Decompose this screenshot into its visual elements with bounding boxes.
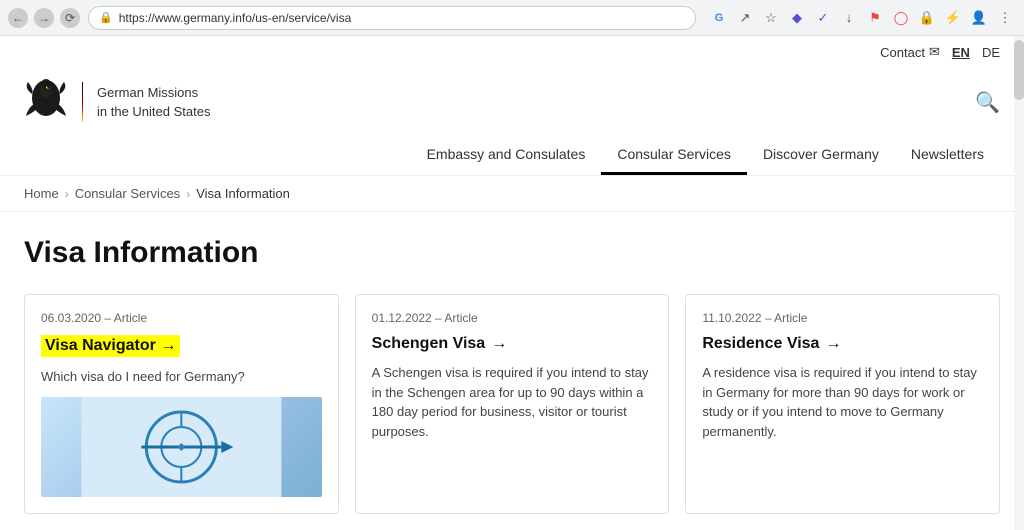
logo-text: German Missions in the United States <box>97 83 210 122</box>
contact-label: Contact <box>880 45 925 60</box>
card-schengen: 01.12.2022 – Article Schengen Visa → A S… <box>355 294 670 514</box>
site-header: German Missions in the United States 🔍 E… <box>0 68 1024 176</box>
breadcrumb-sep1: › <box>65 187 69 201</box>
header-top: German Missions in the United States 🔍 <box>24 76 1000 136</box>
menu-icon[interactable]: ⋮ <box>994 7 1016 29</box>
page-title: Visa Information <box>24 236 1000 270</box>
card-desc-0: Which visa do I need for Germany? <box>41 367 322 387</box>
nav-newsletters[interactable]: Newsletters <box>895 136 1000 175</box>
card-date-1: 01.12.2022 – Article <box>372 311 653 325</box>
breadcrumb-current: Visa Information <box>196 186 290 201</box>
address-bar[interactable]: 🔒 https://www.germany.info/us-en/service… <box>88 6 696 30</box>
card-title-1[interactable]: Schengen Visa → <box>372 335 653 353</box>
card-date-0: 06.03.2020 – Article <box>41 311 322 325</box>
card-title-highlight-0: Visa Navigator → <box>41 335 180 357</box>
main-nav: Embassy and Consulates Consular Services… <box>24 136 1000 175</box>
lang-de-button[interactable]: DE <box>982 45 1000 60</box>
card-arrow-1: → <box>491 335 507 353</box>
lock-icon: 🔒 <box>99 11 113 24</box>
nav-discover[interactable]: Discover Germany <box>747 136 895 175</box>
refresh-button[interactable]: ⟳ <box>60 8 80 28</box>
nav-consular[interactable]: Consular Services <box>601 136 747 175</box>
google-icon[interactable]: G <box>708 7 730 29</box>
eagle-logo <box>24 76 68 128</box>
card-desc-2: A residence visa is required if you inte… <box>702 363 983 441</box>
contact-link[interactable]: Contact ✉ <box>880 44 940 60</box>
card-arrow-0: → <box>160 337 176 354</box>
breadcrumb-sep2: › <box>186 187 190 201</box>
browser-controls: ← → ⟳ <box>8 8 80 28</box>
flag-bar <box>82 82 83 122</box>
website: Contact ✉ EN DE <box>0 36 1024 530</box>
url-text: https://www.germany.info/us-en/service/v… <box>119 11 685 25</box>
shield-icon[interactable]: ◆ <box>786 7 808 29</box>
main-content: Visa Information 06.03.2020 – Article Vi… <box>0 212 1024 530</box>
visa-nav-illustration <box>41 397 322 497</box>
info-icon[interactable]: ⚑ <box>864 7 886 29</box>
card-date-2: 11.10.2022 – Article <box>702 311 983 325</box>
scrollbar-thumb[interactable] <box>1014 40 1024 100</box>
vpn-icon[interactable]: ✓ <box>812 7 834 29</box>
card-title-2[interactable]: Residence Visa → <box>702 335 983 353</box>
star-icon[interactable]: ☆ <box>760 7 782 29</box>
card-title-0[interactable]: Visa Navigator → <box>41 335 322 357</box>
mission-line2: in the United States <box>97 102 210 122</box>
card-visa-navigator: 06.03.2020 – Article Visa Navigator → Wh… <box>24 294 339 514</box>
mission-line1: German Missions <box>97 83 210 103</box>
lang-en-button[interactable]: EN <box>952 45 970 60</box>
cards-grid: 06.03.2020 – Article Visa Navigator → Wh… <box>24 294 1000 514</box>
scrollbar[interactable] <box>1014 36 1024 530</box>
browser-icons: G ↗ ☆ ◆ ✓ ↓ ⚑ ◯ 🔒 ⚡ 👤 ⋮ <box>708 7 1016 29</box>
download-icon[interactable]: ↓ <box>838 7 860 29</box>
top-bar: Contact ✉ EN DE <box>0 36 1024 68</box>
browser-chrome: ← → ⟳ 🔒 https://www.germany.info/us-en/s… <box>0 0 1024 36</box>
breadcrumb: Home › Consular Services › Visa Informat… <box>0 176 1024 212</box>
extension-icon[interactable]: ⚡ <box>942 7 964 29</box>
profile-icon[interactable]: 👤 <box>968 7 990 29</box>
card-desc-1: A Schengen visa is required if you inten… <box>372 363 653 441</box>
search-button[interactable]: 🔍 <box>975 90 1000 115</box>
card-image-0 <box>41 397 322 497</box>
share-icon[interactable]: ↗ <box>734 7 756 29</box>
card-arrow-2: → <box>825 335 841 353</box>
breadcrumb-consular[interactable]: Consular Services <box>75 186 181 201</box>
lock2-icon[interactable]: 🔒 <box>916 7 938 29</box>
logo-area[interactable]: German Missions in the United States <box>24 76 210 128</box>
email-icon: ✉ <box>929 44 940 60</box>
breadcrumb-home[interactable]: Home <box>24 186 59 201</box>
nav-embassy[interactable]: Embassy and Consulates <box>411 136 602 175</box>
card-residence: 11.10.2022 – Article Residence Visa → A … <box>685 294 1000 514</box>
forward-button[interactable]: → <box>34 8 54 28</box>
opera-icon[interactable]: ◯ <box>890 7 912 29</box>
back-button[interactable]: ← <box>8 8 28 28</box>
